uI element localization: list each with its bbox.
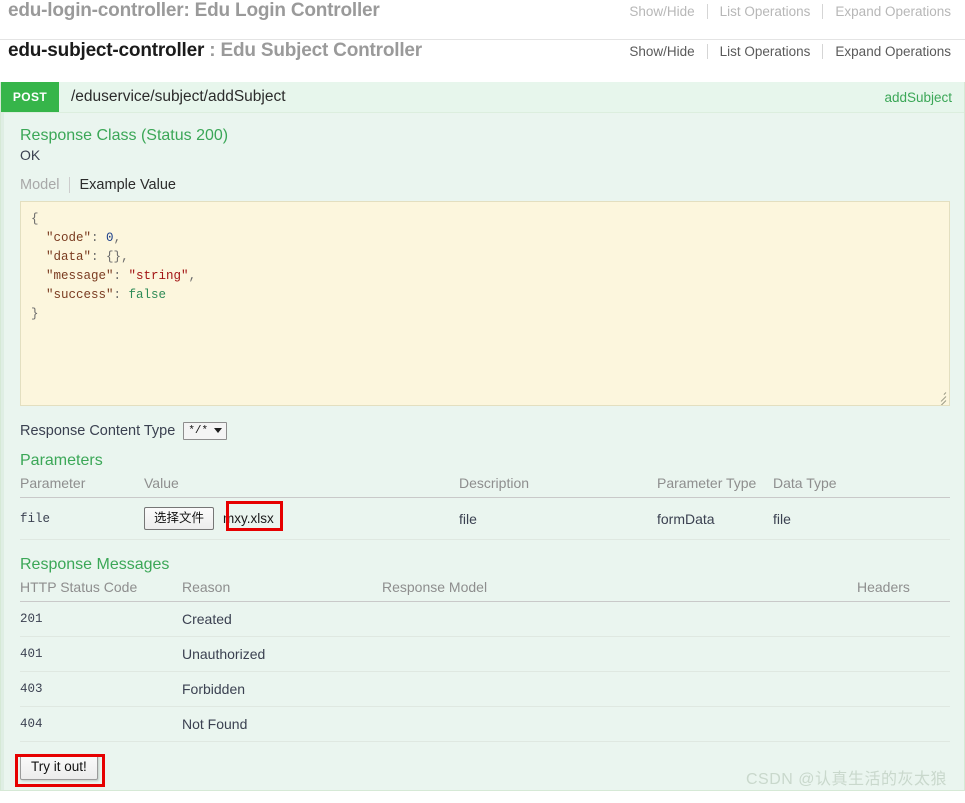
http-method-badge: POST: [1, 82, 59, 112]
show-hide-link[interactable]: Show/Hide: [617, 4, 706, 19]
json-key-data: "data": [46, 250, 92, 264]
tab-model[interactable]: Model: [20, 177, 69, 193]
table-row: 401 Unauthorized: [20, 636, 950, 672]
status-response-model: [382, 706, 857, 742]
column-header-response-model: Response Model: [382, 576, 857, 602]
show-hide-link[interactable]: Show/Hide: [617, 44, 706, 59]
operation-header-bar[interactable]: POST /eduservice/subject/addSubject addS…: [1, 82, 964, 113]
response-class-status: OK: [20, 147, 41, 163]
response-messages-heading: Response Messages: [20, 556, 170, 573]
resource-links-edu-login-controller: Show/Hide List Operations Expand Operati…: [617, 4, 951, 19]
choose-file-button[interactable]: 选择文件: [144, 507, 215, 530]
status-headers: [857, 671, 950, 707]
status-code: 403: [20, 671, 182, 707]
table-row: file 选择文件 mxy.xlsx file formData file: [20, 497, 950, 540]
json-close-brace: }: [31, 307, 39, 321]
table-row: 404 Not Found: [20, 706, 950, 742]
status-code: 404: [20, 706, 182, 742]
json-key-code: "code": [46, 231, 92, 245]
parameter-type: formData: [657, 497, 773, 540]
resource-header-edu-login-controller: edu-login-controller: Edu Login Controll…: [0, 0, 965, 40]
model-example-tabs: Model Example Value: [20, 177, 950, 193]
status-headers: [857, 601, 950, 637]
try-it-out-button[interactable]: Try it out!: [20, 754, 98, 780]
status-headers: [857, 636, 950, 672]
status-code: 401: [20, 636, 182, 672]
parameter-name-file: file: [20, 497, 144, 540]
status-response-model: [382, 636, 857, 672]
operation-add-subject: POST /eduservice/subject/addSubject addS…: [0, 82, 965, 791]
status-response-model: [382, 671, 857, 707]
resource-description: Edu Subject Controller: [220, 40, 423, 61]
resource-separator: :: [183, 0, 190, 21]
parameters-table-header-row: Parameter Value Description Parameter Ty…: [20, 472, 950, 498]
status-response-model: [382, 601, 857, 637]
resize-handle-icon[interactable]: [933, 389, 947, 405]
column-header-description: Description: [459, 472, 657, 498]
response-messages-table: HTTP Status Code Reason Response Model H…: [20, 576, 950, 742]
json-value-data: {}: [106, 250, 122, 264]
column-header-reason: Reason: [182, 576, 382, 602]
list-operations-link[interactable]: List Operations: [708, 44, 823, 59]
parameters-heading: Parameters: [20, 452, 103, 469]
csdn-watermark: CSDN @认真生活的灰太狼: [745, 771, 947, 788]
example-value-code-block[interactable]: { "code": 0, "data": {}, "message": "str…: [20, 201, 950, 406]
response-class-heading: Response Class (Status 200): [20, 127, 229, 144]
try-it-out-wrapper: Try it out!: [15, 754, 105, 787]
resource-description: Edu Login Controller: [194, 0, 380, 21]
status-reason: Unauthorized: [182, 636, 382, 672]
resource-title-edu-login-controller[interactable]: edu-login-controller: Edu Login Controll…: [8, 0, 380, 22]
column-header-http-status-code: HTTP Status Code: [20, 576, 182, 602]
resource-header-edu-subject-controller: edu-subject-controller : Edu Subject Con…: [0, 40, 965, 82]
parameter-value-cell: 选择文件 mxy.xlsx: [144, 497, 459, 540]
json-open-brace: {: [31, 212, 39, 226]
response-messages-header-row: HTTP Status Code Reason Response Model H…: [20, 576, 950, 602]
endpoint-path[interactable]: /eduservice/subject/addSubject: [59, 82, 884, 112]
json-value-code: 0: [106, 231, 114, 245]
resource-links-edu-subject-controller: Show/Hide List Operations Expand Operati…: [617, 44, 951, 59]
parameter-data-type: file: [773, 497, 950, 540]
selected-file-name: mxy.xlsx: [223, 510, 274, 526]
status-reason: Forbidden: [182, 671, 382, 707]
json-key-success: "success": [46, 288, 114, 302]
operation-nickname-link[interactable]: addSubject: [884, 82, 964, 112]
resource-name: edu-login-controller: [8, 0, 184, 21]
status-code: 201: [20, 601, 182, 637]
column-header-parameter-type: Parameter Type: [657, 472, 773, 498]
parameters-table: Parameter Value Description Parameter Ty…: [20, 472, 950, 540]
parameter-description: file: [459, 497, 657, 540]
column-header-data-type: Data Type: [773, 472, 950, 498]
chevron-down-icon: [214, 428, 223, 433]
expand-operations-link[interactable]: Expand Operations: [823, 44, 951, 59]
json-key-message: "message": [46, 269, 114, 283]
tab-example-value[interactable]: Example Value: [70, 177, 185, 193]
json-value-message: "string": [128, 269, 189, 283]
json-value-success: false: [128, 288, 167, 302]
status-reason: Not Found: [182, 706, 382, 742]
resource-separator: :: [209, 40, 216, 61]
status-headers: [857, 706, 950, 742]
column-header-value: Value: [144, 472, 459, 498]
column-header-headers: Headers: [857, 576, 950, 602]
response-content-type-value: */*: [188, 424, 209, 437]
operation-body: Response Class (Status 200) OK Model Exa…: [1, 113, 964, 790]
response-content-type-select[interactable]: */*: [183, 422, 228, 440]
resource-title-edu-subject-controller[interactable]: edu-subject-controller : Edu Subject Con…: [8, 40, 422, 62]
status-reason: Created: [182, 601, 382, 637]
column-header-parameter: Parameter: [20, 472, 144, 498]
resource-name: edu-subject-controller: [8, 40, 205, 61]
list-operations-link[interactable]: List Operations: [708, 4, 823, 19]
table-row: 403 Forbidden: [20, 671, 950, 707]
file-upload-input[interactable]: 选择文件 mxy.xlsx: [144, 501, 283, 531]
table-row: 201 Created: [20, 601, 950, 637]
response-content-type-label: Response Content Type: [20, 423, 176, 439]
response-content-type-row: Response Content Type */*: [20, 422, 950, 440]
expand-operations-link[interactable]: Expand Operations: [823, 4, 951, 19]
